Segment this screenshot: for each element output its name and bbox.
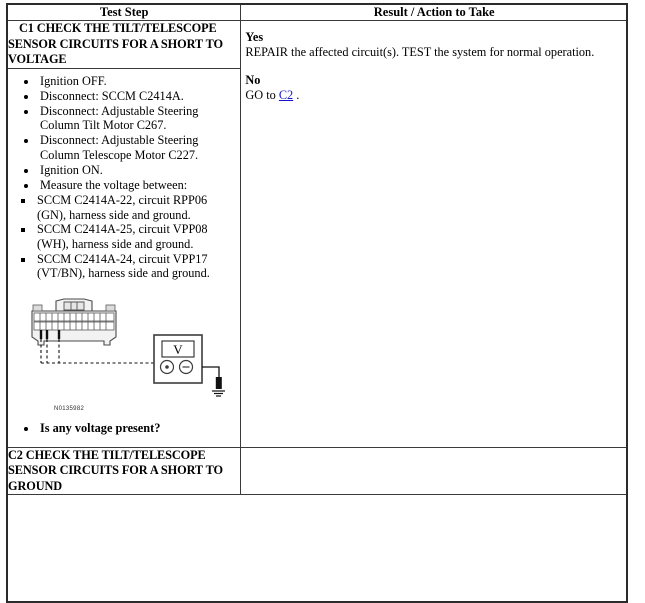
c1-question-wrap: Is any voltage present? [14,417,234,445]
connector-voltmeter-diagram-svg: V [31,298,225,397]
result-no-label: No [245,73,261,87]
connector-icon [31,298,117,346]
section-c1-title: C1 CHECK THE TILT/TELESCOPE SENSOR CIRCU… [6,20,242,69]
voltmeter-display-label: V [173,342,183,357]
voltmeter-icon: V [153,334,203,384]
wiring-diagram: V N0135982 [14,281,234,417]
result-yes-text: REPAIR the affected circuit(s). TEST the… [245,45,595,59]
section-c1-steps-cell: Ignition OFF. Disconnect: SCCM C2414A. D… [6,67,242,448]
c1-title-line-2: SENSOR CIRCUITS FOR A SHORT TO [8,36,223,51]
result-yes-label: Yes [245,30,264,44]
ground-lead-icon [202,366,225,397]
list-item: SCCM C2414A-25, circuit VPP08 (WH), harn… [35,222,234,251]
document-page: Test Step Result / Action to Take C1 CHE… [0,0,645,603]
c1-result-cell: Yes REPAIR the affected circuit(s). TEST… [240,20,628,448]
pinpoint-test-table: Test Step Result / Action to Take C1 CHE… [6,4,628,496]
link-c2[interactable]: C2 [279,88,293,102]
list-item: Is any voltage present? [38,421,234,436]
c1-step-list: Ignition OFF. Disconnect: SCCM C2414A. D… [14,74,234,193]
list-item: SCCM C2414A-22, circuit RPP06 (GN), harn… [35,193,234,222]
list-item: Ignition OFF. [38,74,234,89]
c1-title-row: C1 CHECK THE TILT/TELESCOPE SENSOR CIRCU… [6,20,628,448]
table-header-row: Test Step Result / Action to Take [6,4,628,21]
list-item: Disconnect: Adjustable Steering Column T… [38,104,234,133]
section-c2-title: C2 CHECK THE TILT/TELESCOPE SENSOR CIRCU… [6,446,242,496]
result-no-suffix: . [293,88,300,102]
c1-question-list: Is any voltage present? [14,421,234,436]
list-item: Disconnect: Adjustable Steering Column T… [38,133,234,162]
result-no-prefix: GO to [245,88,279,102]
c2-title-line-1: C2 CHECK THE TILT/TELESCOPE [8,447,206,462]
column-header-test-step: Test Step [6,4,242,21]
c2-title-line-2: SENSOR CIRCUITS FOR A SHORT TO [8,463,223,478]
list-item: Ignition ON. [38,163,234,178]
c2-result-cell [240,446,628,496]
c1-step-list-wrap: Ignition OFF. Disconnect: SCCM C2414A. D… [8,69,240,447]
list-item: Measure the voltage between: [38,178,234,193]
list-item: SCCM C2414A-24, circuit VPP17 (VT/BN), h… [35,252,234,281]
figure-code: N0135982 [54,406,85,413]
column-header-result-action: Result / Action to Take [240,4,628,21]
result-no-text: GO to C2 . [245,88,627,103]
c2-title-line-3: GROUND [8,478,63,493]
list-item: Disconnect: SCCM C2414A. [38,89,234,104]
result-spacer [245,60,627,73]
c1-title-line-1: C1 CHECK THE TILT/TELESCOPE [19,21,217,35]
c2-title-row: C2 CHECK THE TILT/TELESCOPE SENSOR CIRCU… [6,446,628,496]
c1-title-line-3: VOLTAGE [8,52,67,66]
c1-substep-list: SCCM C2414A-22, circuit RPP06 (GN), harn… [14,193,234,281]
test-leads-icon [40,338,154,364]
